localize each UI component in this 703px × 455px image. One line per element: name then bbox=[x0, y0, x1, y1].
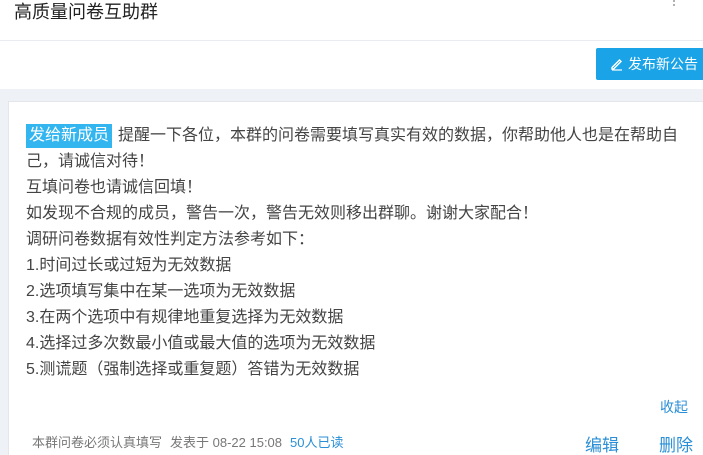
read-count-link[interactable]: 50人已读 bbox=[290, 435, 343, 450]
announcement-card: 发给新成员 提醒一下各位，本群的问卷需要填写真实有效的数据，你帮助他人也是在帮助自… bbox=[8, 101, 703, 455]
publish-button-label: 发布新公告 bbox=[628, 56, 698, 72]
announcement-line: 调研问卷数据有效性判定方法参考如下： bbox=[26, 231, 315, 248]
announcement-line: 发给新成员 提醒一下各位，本群的问卷需要填写真实有效的数据，你帮助他人也是在帮助自… bbox=[26, 123, 696, 175]
author-name: 本群问卷必须认真填写 bbox=[32, 435, 163, 450]
posted-time: 发表于 08-22 15:08 bbox=[170, 435, 283, 450]
announcement-line: 互填问卷也请诚信回填！ bbox=[26, 179, 203, 196]
announcement-line: 4.选择过多次数最小值或最大值的选项为无效数据 bbox=[26, 335, 376, 352]
announcement-line: 3.在两个选项中有规律地重复选择为无效数据 bbox=[26, 309, 344, 326]
announcement-content: 发给新成员 提醒一下各位，本群的问卷需要填写真实有效的数据，你帮助他人也是在帮助自… bbox=[26, 123, 696, 383]
recipient-tag: 发给新成员 bbox=[26, 124, 113, 148]
publish-announcement-button[interactable]: 发布新公告 bbox=[596, 48, 703, 80]
collapse-link[interactable]: 收起 bbox=[660, 397, 688, 417]
header-bar: 高质量问卷互助群 bbox=[0, 0, 703, 41]
edit-button[interactable]: 编辑 bbox=[585, 431, 619, 455]
more-options-icon[interactable] bbox=[673, 0, 677, 6]
group-announcement-page: 高质量问卷互助群 发布新公告 发给新成员 提醒一下各位，本群的问卷需要填写真实有效… bbox=[0, 0, 703, 455]
announcement-line: 5.测谎题（强制选择或重复题）答错为无效数据 bbox=[26, 361, 360, 378]
delete-button[interactable]: 删除 bbox=[659, 431, 693, 455]
announcement-footer: 本群问卷必须认真填写 发表于 08-22 15:08 50人已读 bbox=[32, 432, 344, 451]
announcement-line: 2.选项填写集中在某一选项为无效数据 bbox=[26, 283, 296, 300]
group-title: 高质量问卷互助群 bbox=[14, 2, 158, 22]
announcement-line: 如发现不合规的成员，警告一次，警告无效则移出群聊。谢谢大家配合！ bbox=[26, 205, 539, 222]
announcement-text: 提醒一下各位，本群的问卷需要填写真实有效的数据，你帮助他人也是在帮助自己，请诚信… bbox=[26, 127, 679, 170]
pencil-icon bbox=[611, 59, 622, 71]
announcement-line: 1.时间过长或过短为无效数据 bbox=[26, 257, 232, 274]
